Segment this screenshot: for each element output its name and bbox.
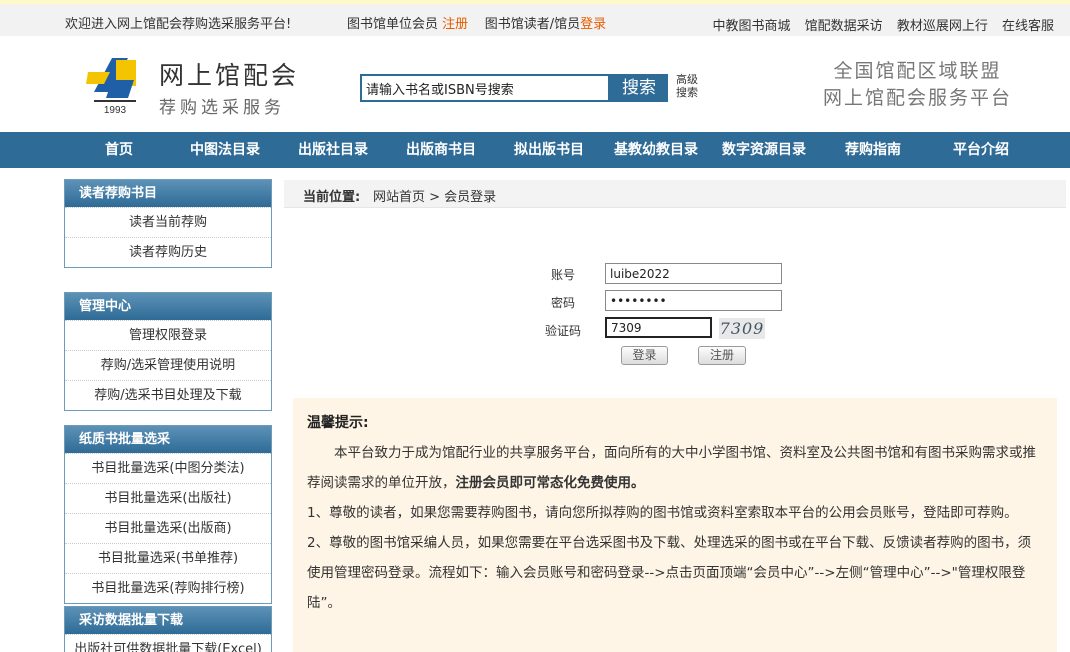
slogan-line-2: 网上馆配会服务平台 xyxy=(822,87,1012,109)
reader-text: 图书馆读者/馆员 xyxy=(484,17,581,32)
password-label: 密码 xyxy=(550,296,575,310)
captcha-label: 验证码 xyxy=(544,324,581,338)
notice-paragraph-librarian: 2、尊敬的图书馆采编人员，如果您需要在平台选采图书及下载、处理选采的图书或在平台… xyxy=(307,535,1032,611)
sidebar-item-batch-publisher[interactable]: 书目批量选采(出版社) xyxy=(65,483,271,513)
sidebar-item-batch-ranking[interactable]: 书目批量选采(荐购排行榜) xyxy=(65,573,271,603)
sidebar-item-usage-guide[interactable]: 荐购/选采管理使用说明 xyxy=(65,350,271,380)
site-subtitle: 荐购选采服务 xyxy=(159,98,285,118)
breadcrumb-label: 当前位置: xyxy=(303,190,361,205)
search-button[interactable]: 搜索 xyxy=(610,74,668,102)
top-right-links: 中教图书商城 馆配数据采访 教材巡展网上行 在线客服 xyxy=(703,15,1054,34)
nav-home[interactable]: 首页 xyxy=(105,132,133,168)
sidebar-data-download: 采访数据批量下载 出版社可供数据批量下载(Excel) xyxy=(64,606,272,652)
sidebar-item-batch-distributor[interactable]: 书目批量选采(出版商) xyxy=(65,513,271,543)
account-label: 账号 xyxy=(550,268,575,282)
sidebar-heading: 管理中心 xyxy=(65,293,271,320)
notice-free-highlight: 注册会员即可常态化免费使用。 xyxy=(455,475,645,491)
register-link[interactable]: 注册 xyxy=(442,17,468,32)
sidebar-item-publisher-excel[interactable]: 出版社可供数据批量下载(Excel) xyxy=(65,634,271,652)
login-link[interactable]: 登录 xyxy=(580,17,606,32)
notice-title: 温馨提示: xyxy=(307,415,369,431)
library-member-text: 图书馆单位会员 xyxy=(347,17,439,32)
sidebar-heading: 采访数据批量下载 xyxy=(65,607,271,634)
sidebar-item-recommend-history[interactable]: 读者荐购历史 xyxy=(65,237,271,267)
link-data-acquisition[interactable]: 馆配数据采访 xyxy=(805,19,883,34)
nav-recommend-guide[interactable]: 荐购指南 xyxy=(845,132,901,168)
member-links: 图书馆单位会员 注册 图书馆读者/馆员登录 xyxy=(347,13,606,32)
captcha-input[interactable] xyxy=(605,317,712,338)
site-name: 网上馆配会 xyxy=(159,61,300,90)
link-book-mall[interactable]: 中教图书商城 xyxy=(713,19,791,34)
account-input[interactable] xyxy=(605,263,782,284)
site-logo[interactable]: 1993 xyxy=(86,50,146,116)
sidebar-management: 管理中心 管理权限登录 荐购/选采管理使用说明 荐购/选采书目处理及下载 xyxy=(64,292,272,411)
svg-text:1993: 1993 xyxy=(104,105,127,116)
top-bar: 欢迎进入网上馆配会荐购选采服务平台! 图书馆单位会员 注册 图书馆读者/馆员登录… xyxy=(0,0,1070,36)
login-button[interactable]: 登录 xyxy=(621,346,668,365)
notice-box: 温馨提示: 本平台致力于成为馆配行业的共享服务平台，面向所有的大中小学图书馆、资… xyxy=(293,398,1057,652)
sidebar-heading: 纸质书批量选采 xyxy=(65,426,271,453)
nav-k12-catalog[interactable]: 基教幼教目录 xyxy=(614,132,698,168)
captcha-image[interactable]: 7309 xyxy=(719,318,765,339)
password-input[interactable] xyxy=(605,290,782,311)
sidebar-item-process-download[interactable]: 荐购/选采书目处理及下载 xyxy=(65,380,271,410)
platform-slogan: 全国馆配区域联盟 网上馆配会服务平台 xyxy=(823,58,1012,112)
nav-digital-catalog[interactable]: 数字资源目录 xyxy=(722,132,806,168)
main-nav: 首页 中图法目录 出版社目录 出版商书目 拟出版书目 基教幼教目录 数字资源目录… xyxy=(0,132,1070,168)
sidebar-item-current-recommend[interactable]: 读者当前荐购 xyxy=(65,207,271,237)
search-input[interactable] xyxy=(360,74,610,102)
sidebar-item-admin-login[interactable]: 管理权限登录 xyxy=(65,320,271,350)
slogan-line-1: 全国馆配区域联盟 xyxy=(833,60,1002,82)
breadcrumb-path[interactable]: 网站首页 > 会员登录 xyxy=(373,186,496,205)
nav-distributor-catalog[interactable]: 出版商书目 xyxy=(406,132,476,168)
notice-paragraph-intro: 本平台致力于成为馆配行业的共享服务平台，面向所有的大中小学图书馆、资料室及公共图… xyxy=(307,438,1041,498)
nav-platform-intro[interactable]: 平台介绍 xyxy=(953,132,1009,168)
notice-paragraph-reader: 1、尊敬的读者，如果您需要荐购图书，请向您所拟荐购的图书馆或资料室索取本平台的公… xyxy=(307,505,1018,521)
header: 1993 网上馆配会 荐购选采服务 搜索 高级搜索 全国馆配区域联盟 网上馆配会… xyxy=(0,36,1070,132)
nav-clc-catalog[interactable]: 中图法目录 xyxy=(190,132,260,168)
sidebar-heading: 读者荐购书目 xyxy=(65,180,271,207)
notice-intro-text: 本平台致力于成为馆配行业的共享服务平台，面向所有的大中小学图书馆、资料室及公共图… xyxy=(307,445,1036,491)
sidebar-item-batch-clc[interactable]: 书目批量选采(中图分类法) xyxy=(65,453,271,483)
link-textbook-tour[interactable]: 教材巡展网上行 xyxy=(897,19,988,34)
link-online-service[interactable]: 在线客服 xyxy=(1002,19,1054,34)
sidebar-reader-recommend: 读者荐购书目 读者当前荐购 读者荐购历史 xyxy=(64,179,272,268)
nav-forthcoming-catalog[interactable]: 拟出版书目 xyxy=(514,132,584,168)
nav-publisher-catalog[interactable]: 出版社目录 xyxy=(298,132,368,168)
sidebar-item-batch-booklist[interactable]: 书目批量选采(书单推荐) xyxy=(65,543,271,573)
welcome-text: 欢迎进入网上馆配会荐购选采服务平台! xyxy=(65,17,292,32)
sidebar-batch-selection: 纸质书批量选采 书目批量选采(中图分类法) 书目批量选采(出版社) 书目批量选采… xyxy=(64,425,272,604)
advanced-search-link[interactable]: 高级搜索 xyxy=(676,73,706,99)
breadcrumb: 当前位置: 网站首页 > 会员登录 xyxy=(284,180,1066,208)
register-button[interactable]: 注册 xyxy=(698,346,746,365)
